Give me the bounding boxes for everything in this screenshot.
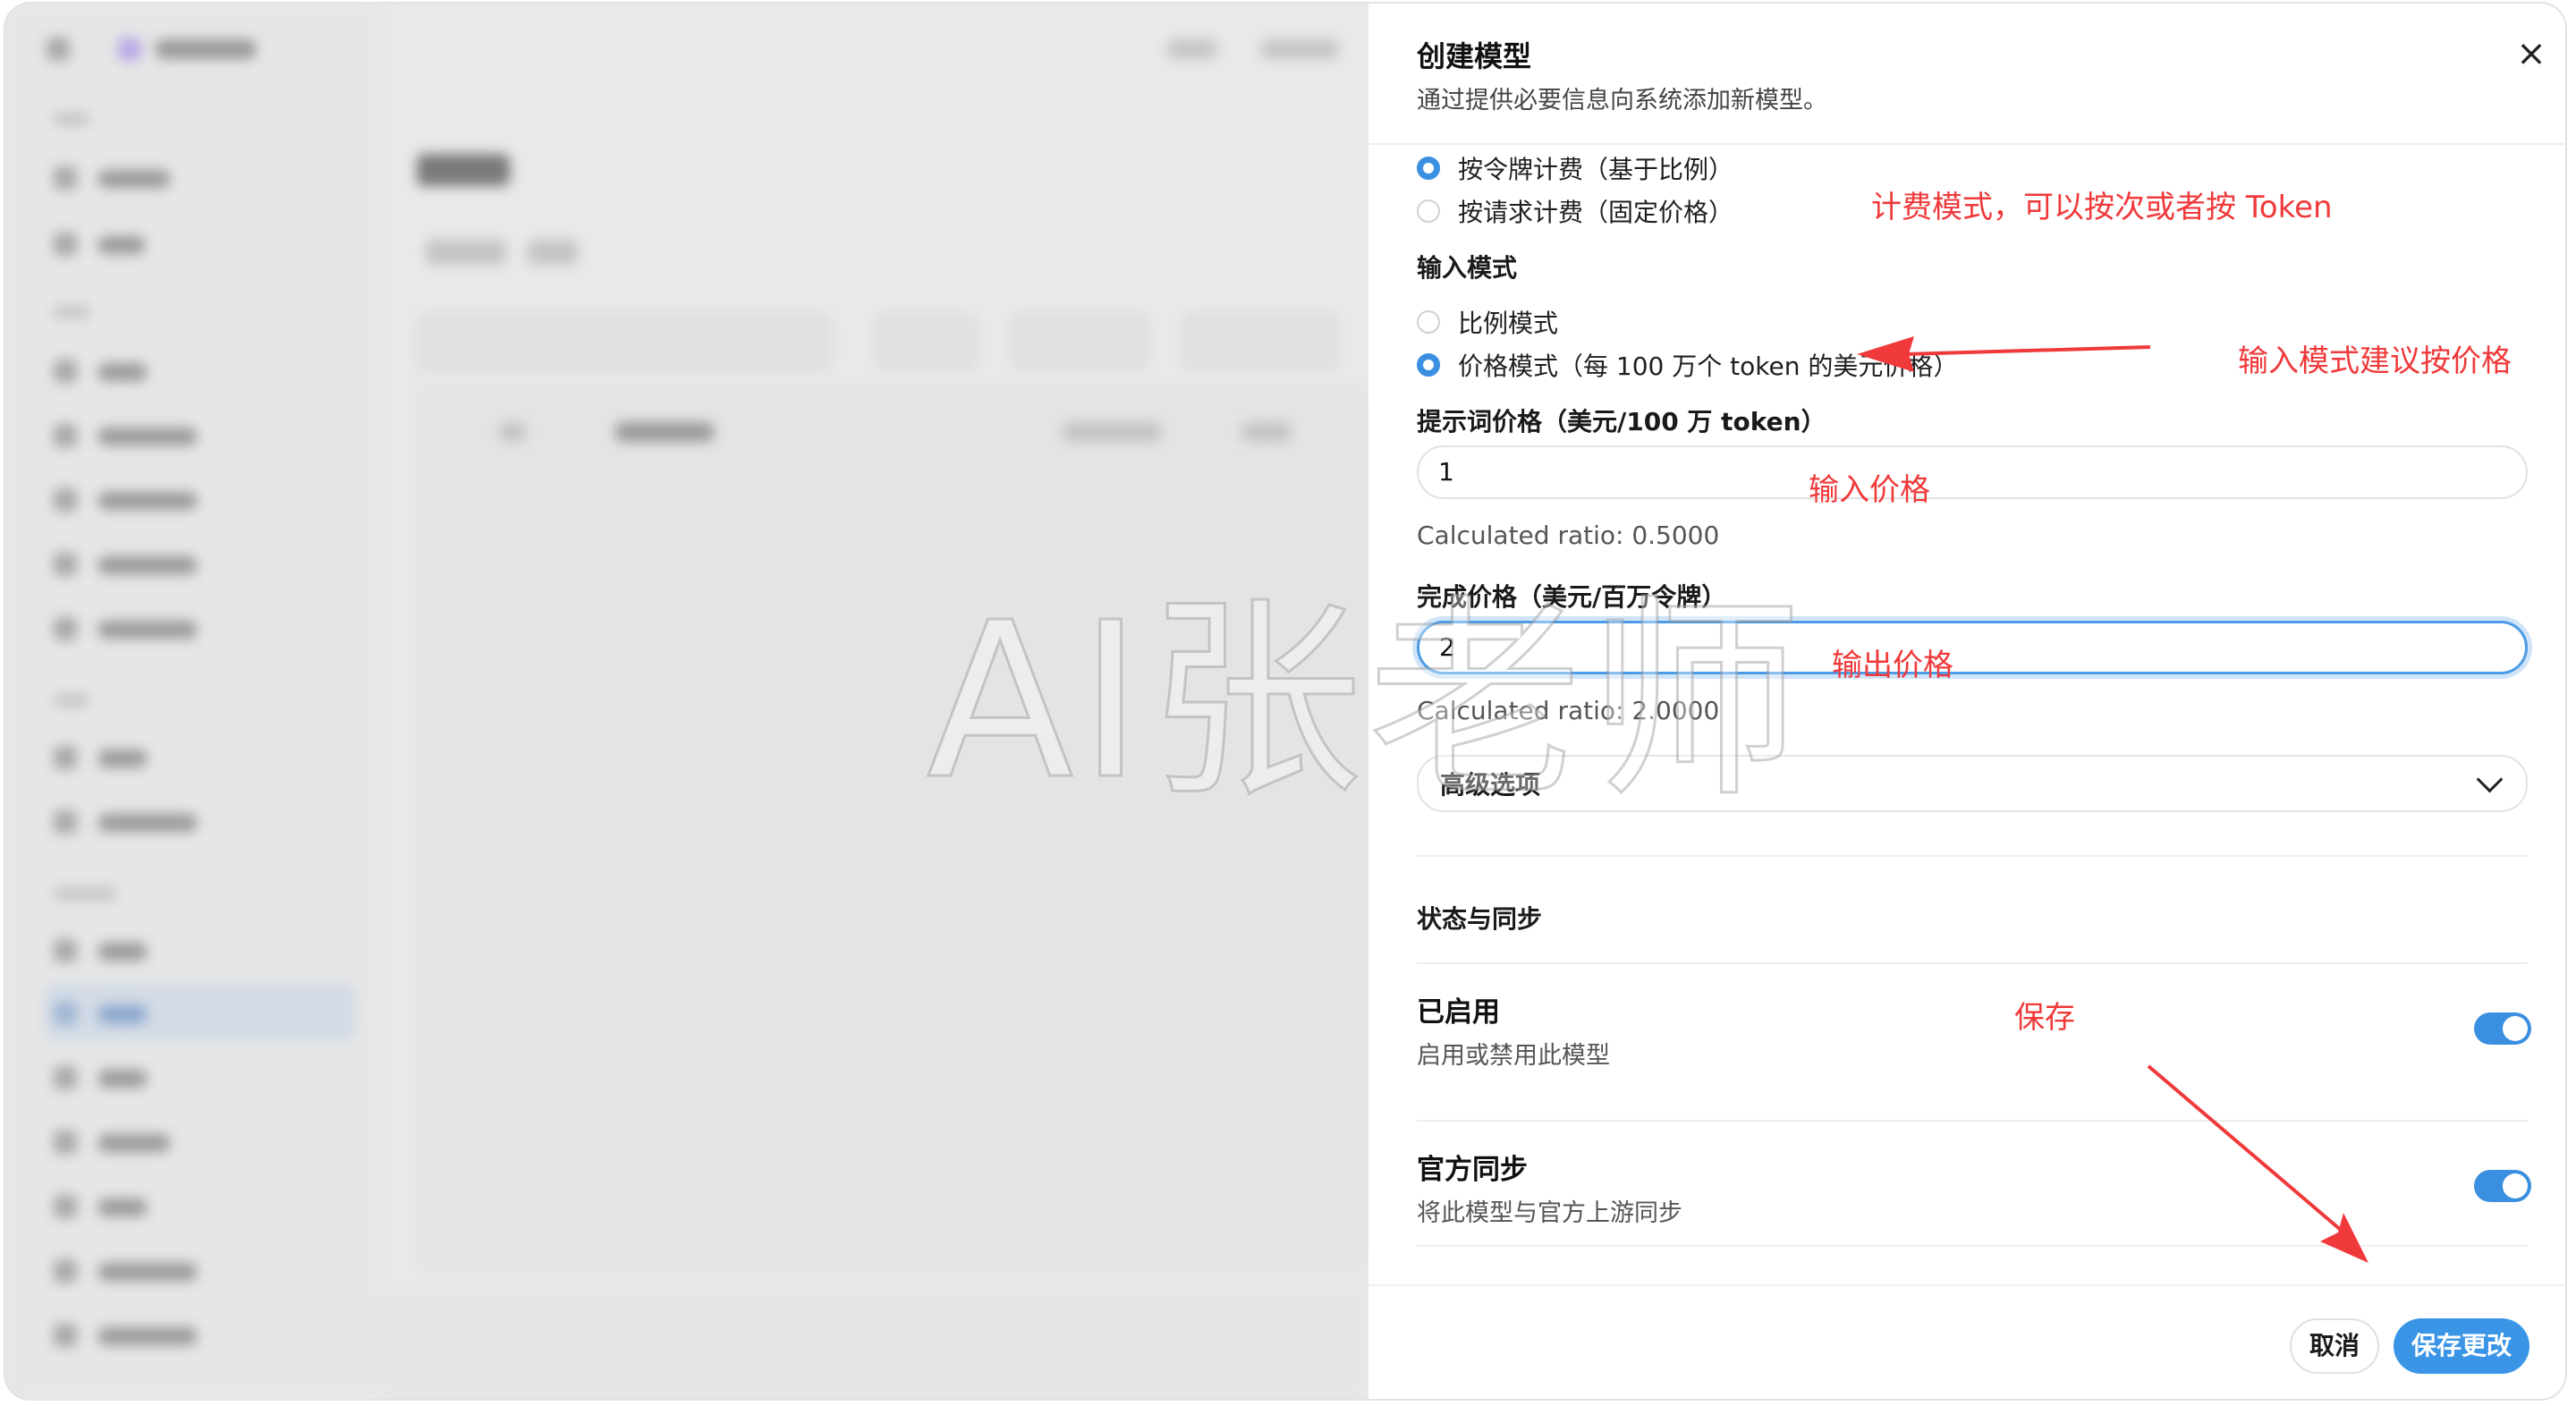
completion-ratio-helper: Calculated ratio: 2.0000 bbox=[1417, 696, 1720, 725]
input-mode-price[interactable]: 价格模式（每 100 万个 token 的美元价格） bbox=[1417, 347, 1958, 383]
annotation-save: 保存 bbox=[2014, 1000, 2075, 1036]
prompt-ratio-helper: Calculated ratio: 0.5000 bbox=[1417, 521, 1720, 550]
prompt-price-label: 提示词价格（美元/100 万 token） bbox=[1417, 407, 1826, 436]
toggle-knob bbox=[2503, 1173, 2528, 1198]
header-divider bbox=[1368, 143, 2565, 145]
radio-unchecked-icon[interactable] bbox=[1417, 310, 1440, 334]
billing-option-label: 按令牌计费（基于比例） bbox=[1458, 155, 1734, 184]
enabled-description: 启用或禁用此模型 bbox=[1417, 1042, 1610, 1070]
radio-checked-icon[interactable] bbox=[1417, 157, 1440, 180]
billing-option-token[interactable]: 按令牌计费（基于比例） bbox=[1417, 150, 1733, 186]
annotation-billing-mode: 计费模式，可以按次或者按 Token bbox=[1871, 190, 2333, 225]
completion-price-input[interactable]: 2 bbox=[1417, 621, 2528, 674]
annotation-input-mode: 输入模式建议按价格 bbox=[2238, 343, 2512, 379]
enabled-toggle[interactable] bbox=[2474, 1012, 2531, 1045]
input-mode-option-label: 比例模式 bbox=[1458, 309, 1559, 338]
annotation-input-price: 输入价格 bbox=[1809, 472, 1930, 508]
radio-checked-icon[interactable] bbox=[1417, 353, 1440, 377]
status-sync-heading: 状态与同步 bbox=[1417, 904, 1543, 934]
footer-divider bbox=[1368, 1284, 2565, 1286]
prompt-price-input[interactable]: 1 bbox=[1417, 445, 2528, 499]
official-sync-title: 官方同步 bbox=[1417, 1154, 1528, 1186]
official-sync-toggle[interactable] bbox=[2474, 1170, 2531, 1202]
official-sync-description: 将此模型与官方上游同步 bbox=[1417, 1199, 1682, 1227]
completion-price-label: 完成价格（美元/百万令牌） bbox=[1417, 582, 1727, 612]
dialog-title: 创建模型 bbox=[1417, 39, 1532, 73]
section-divider bbox=[1417, 1120, 2528, 1122]
cancel-button[interactable]: 取消 bbox=[2290, 1318, 2379, 1374]
toggle-knob bbox=[2503, 1016, 2528, 1041]
input-mode-label: 输入模式 bbox=[1417, 253, 1518, 283]
section-divider bbox=[1417, 855, 2528, 857]
billing-option-request[interactable]: 按请求计费（固定价格） bbox=[1417, 193, 1733, 229]
input-mode-option-label: 价格模式（每 100 万个 token 的美元价格） bbox=[1458, 352, 1959, 381]
background-app-blurred bbox=[5, 4, 1372, 1399]
billing-option-label: 按请求计费（固定价格） bbox=[1458, 198, 1734, 227]
save-changes-button[interactable]: 保存更改 bbox=[2394, 1318, 2529, 1374]
dialog-subtitle: 通过提供必要信息向系统添加新模型。 bbox=[1417, 87, 1827, 114]
radio-unchecked-icon[interactable] bbox=[1417, 199, 1440, 223]
enabled-title: 已启用 bbox=[1417, 996, 1500, 1029]
chevron-down-icon bbox=[2476, 766, 2504, 792]
advanced-options-label: 高级选项 bbox=[1440, 770, 1541, 800]
input-mode-ratio[interactable]: 比例模式 bbox=[1417, 304, 1558, 340]
annotation-output-price: 输出价格 bbox=[1832, 648, 1953, 683]
section-divider bbox=[1417, 1245, 2528, 1247]
advanced-options-dropdown[interactable]: 高级选项 bbox=[1417, 755, 2528, 812]
background-topbar bbox=[5, 4, 1368, 93]
section-divider bbox=[1417, 962, 2528, 964]
close-icon[interactable]: × bbox=[2506, 29, 2556, 79]
background-sidebar bbox=[5, 4, 381, 1399]
